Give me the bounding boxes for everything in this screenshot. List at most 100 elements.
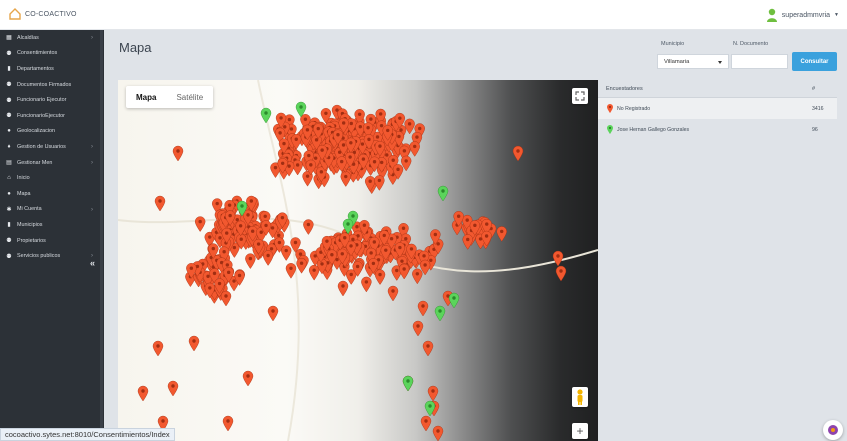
sidebar-item-documentos-firmados[interactable]: ⚉ Documentos Firmados — [0, 77, 104, 93]
municipio-select[interactable]: Villamaria — [657, 54, 729, 69]
map-marker-dot — [396, 167, 400, 172]
map-marker-dot — [313, 156, 318, 160]
map-marker[interactable] — [242, 370, 254, 387]
sidebar-item-municipios[interactable]: ▮ Municipios — [0, 217, 104, 233]
sidebar-item-gestion-de-usuarios[interactable]: ♦ Gestion de Usuarios › — [0, 139, 104, 155]
sidebar-item-mi-cuenta[interactable]: ✱ Mi Cuenta › — [0, 202, 104, 218]
map-marker-dot — [436, 242, 440, 246]
map-marker-dot — [239, 237, 243, 241]
table-row[interactable]: No Registrado 3416 — [598, 98, 837, 119]
sidebar-item-geolocalizacion[interactable]: ● Geolocalizacion — [0, 124, 104, 140]
map-marker[interactable] — [285, 263, 297, 279]
map-marker[interactable] — [552, 250, 564, 267]
map-marker[interactable] — [496, 226, 507, 242]
map-view[interactable]: Mapa Satélite + — [118, 80, 598, 441]
chat-widget-button[interactable] — [823, 420, 843, 440]
map-marker[interactable] — [398, 263, 410, 280]
sidebar-item-propietarios[interactable]: ⚉ Propietarios — [0, 233, 104, 249]
user-menu[interactable]: superadmmvria ▼ — [766, 8, 839, 22]
sidebar-scrollbar[interactable] — [100, 30, 103, 441]
sidebar-item-servicios-publicos[interactable]: ⚉ Servicios publicos › — [0, 248, 104, 264]
map-marker[interactable] — [361, 276, 372, 293]
sidebar-item-alcald-as[interactable]: ▦ Alcaldías › — [0, 30, 104, 46]
map-marker-dot — [559, 269, 563, 273]
map-marker[interactable] — [448, 292, 460, 309]
sidebar-collapse-button[interactable]: « — [90, 258, 95, 268]
page-title: Mapa — [119, 40, 152, 55]
map-marker[interactable] — [432, 425, 444, 441]
map-marker[interactable] — [222, 415, 234, 432]
map-marker[interactable] — [152, 340, 164, 357]
map-marker[interactable] — [340, 171, 351, 187]
map-marker[interactable] — [462, 234, 473, 250]
map-marker[interactable] — [434, 305, 446, 322]
map-marker[interactable] — [154, 195, 166, 212]
map-marker-dot — [369, 117, 373, 121]
consultar-button[interactable]: Consultar — [792, 52, 837, 71]
map-marker[interactable] — [427, 385, 439, 402]
map-marker-dot — [456, 214, 461, 218]
map-marker[interactable] — [167, 380, 179, 397]
documento-input[interactable] — [731, 54, 788, 69]
map-marker[interactable] — [374, 269, 386, 285]
map-marker[interactable] — [194, 216, 206, 232]
tab-mapa[interactable]: Mapa — [126, 86, 166, 108]
map-marker[interactable] — [308, 265, 320, 281]
map-marker[interactable] — [417, 300, 429, 317]
map-marker[interactable] — [422, 340, 434, 357]
map-marker[interactable] — [245, 253, 256, 269]
map-marker[interactable] — [303, 219, 314, 235]
map-marker[interactable] — [137, 385, 149, 402]
map-marker-dot — [341, 284, 345, 288]
zoom-in-button[interactable]: + — [572, 423, 588, 439]
map-marker-dot — [227, 203, 232, 207]
map-marker[interactable] — [420, 415, 432, 432]
map-marker-dot — [360, 142, 365, 146]
app-logo[interactable]: CO-COACTIVO — [8, 7, 77, 21]
street-view-pegman-button[interactable] — [572, 387, 588, 407]
sidebar-item-departamentos[interactable]: ▮ Departamentos — [0, 61, 104, 77]
sidebar-item-funcionarioejecutor[interactable]: ⚉ FuncionarioEjecutor — [0, 108, 104, 124]
map-marker-dot — [271, 309, 275, 313]
header-encuestadores: Encuestadores — [606, 85, 643, 92]
map-marker[interactable] — [296, 258, 307, 274]
map-marker[interactable] — [337, 280, 349, 297]
sidebar-item-consentimientos[interactable]: ⚉ Consentimientos — [0, 46, 104, 62]
map-marker[interactable] — [512, 145, 524, 162]
map-marker[interactable] — [412, 268, 423, 285]
sidebar-item-label: Consentimientos — [17, 50, 58, 57]
map-marker[interactable] — [188, 335, 200, 352]
fullscreen-button[interactable] — [572, 88, 588, 104]
map-markers-layer[interactable] — [118, 80, 598, 441]
map-marker-dot — [192, 339, 196, 343]
sidebar-item-gestionar-men[interactable]: ▤ Gestionar Men › — [0, 155, 104, 171]
sidebar-item-funcionario-ejecutor[interactable]: ⚉ Funcionario Ejecutor — [0, 92, 104, 108]
map-marker[interactable] — [402, 375, 414, 392]
map-marker[interactable] — [409, 141, 420, 157]
map-marker[interactable] — [374, 175, 385, 191]
map-marker-dot — [384, 248, 388, 252]
map-marker-dot — [344, 174, 348, 179]
map-marker[interactable] — [172, 145, 184, 162]
sidebar-item-mapa[interactable]: ● Mapa — [0, 186, 104, 202]
sidebar-item-label: Gestion de Usuarios — [17, 143, 66, 150]
map-marker[interactable] — [437, 185, 449, 202]
table-row[interactable]: Jose Hernan Gallego Gonzales 96 — [598, 119, 837, 140]
map-marker[interactable] — [220, 290, 232, 307]
map-marker[interactable] — [281, 245, 292, 261]
map-marker[interactable] — [404, 118, 415, 135]
map-marker[interactable] — [262, 250, 274, 266]
map-marker-dot — [400, 259, 404, 263]
map-marker[interactable] — [555, 265, 567, 282]
map-marker-dot — [208, 235, 212, 239]
map-marker-dot — [375, 135, 380, 139]
map-marker-dot — [237, 273, 242, 278]
sidebar-item-label: FuncionarioEjecutor — [17, 112, 65, 119]
map-marker[interactable] — [387, 285, 399, 302]
map-marker[interactable] — [267, 305, 279, 322]
tab-satelite[interactable]: Satélite — [166, 86, 213, 108]
map-marker-dot — [303, 117, 308, 121]
sidebar-item-inicio[interactable]: ⌂ Inicio — [0, 170, 104, 186]
map-marker[interactable] — [260, 107, 272, 124]
map-marker[interactable] — [412, 320, 424, 337]
